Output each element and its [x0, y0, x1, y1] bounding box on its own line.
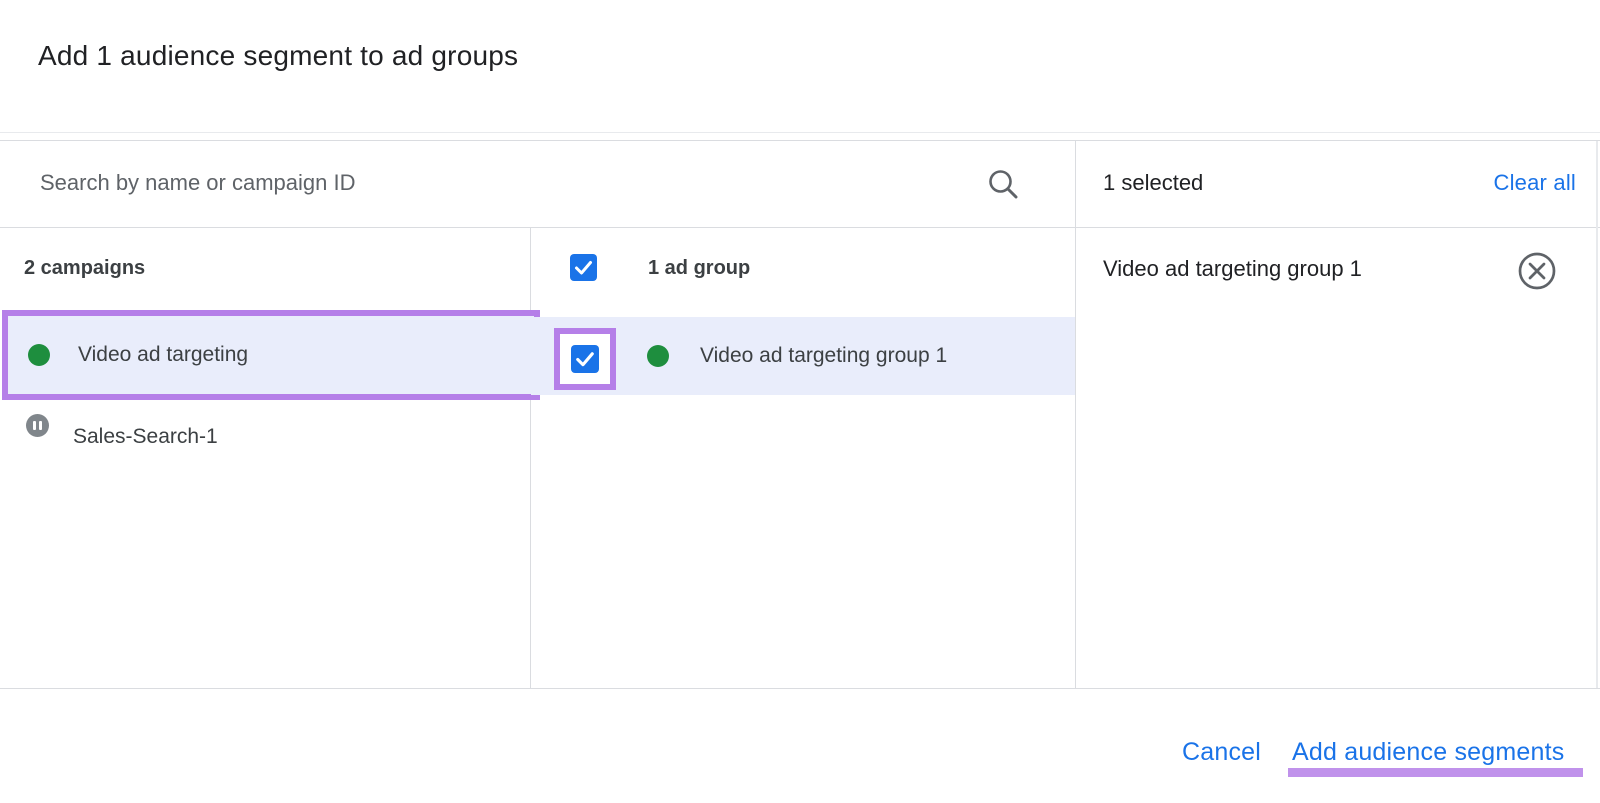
- ad-groups-count-header: 1 ad group: [648, 257, 750, 280]
- enabled-status-icon: [647, 345, 669, 367]
- remove-selected-item-button[interactable]: [1516, 250, 1558, 292]
- enabled-status-icon: [28, 344, 50, 366]
- campaign-name: Sales-Search-1: [73, 402, 218, 472]
- cancel-button[interactable]: Cancel: [1182, 738, 1261, 767]
- selected-item-label: Video ad targeting group 1: [1103, 256, 1362, 282]
- selected-count-label: 1 selected: [1103, 170, 1203, 196]
- adgroups-selected-divider: [1075, 141, 1076, 688]
- campaigns-adgroups-divider: [530, 228, 531, 688]
- dialog-title: Add 1 audience segment to ad groups: [38, 40, 518, 72]
- search-input[interactable]: [38, 158, 918, 208]
- campaign-name: Video ad targeting: [78, 316, 248, 394]
- annotation-highlight-campaign-row: Video ad targeting: [2, 310, 540, 400]
- paused-status-icon: [26, 414, 49, 437]
- panel-bottom-border: [0, 688, 1600, 689]
- annotation-highlight-checkbox: [554, 328, 616, 390]
- annotation-underline-submit: [1288, 768, 1583, 777]
- search-icon: [986, 167, 1020, 201]
- checkmark-icon: [570, 254, 597, 281]
- ad-group-checkbox[interactable]: [571, 345, 599, 373]
- ad-group-name: Video ad targeting group 1: [700, 317, 947, 395]
- title-divider: [0, 132, 1600, 133]
- campaigns-count-header: 2 campaigns: [24, 257, 145, 280]
- panel-right-border: [1596, 141, 1598, 688]
- panel-top-border: [0, 140, 1600, 141]
- clear-all-button[interactable]: Clear all: [1494, 170, 1577, 196]
- add-audience-segments-button[interactable]: Add audience segments: [1292, 738, 1564, 767]
- campaign-row-sales-search-1[interactable]: Sales-Search-1: [3, 402, 523, 472]
- campaign-row-video-ad-targeting[interactable]: Video ad targeting: [8, 316, 534, 394]
- header-row-divider: [0, 227, 1600, 228]
- checkmark-icon: [571, 345, 599, 373]
- select-all-ad-groups-checkbox[interactable]: [570, 254, 597, 281]
